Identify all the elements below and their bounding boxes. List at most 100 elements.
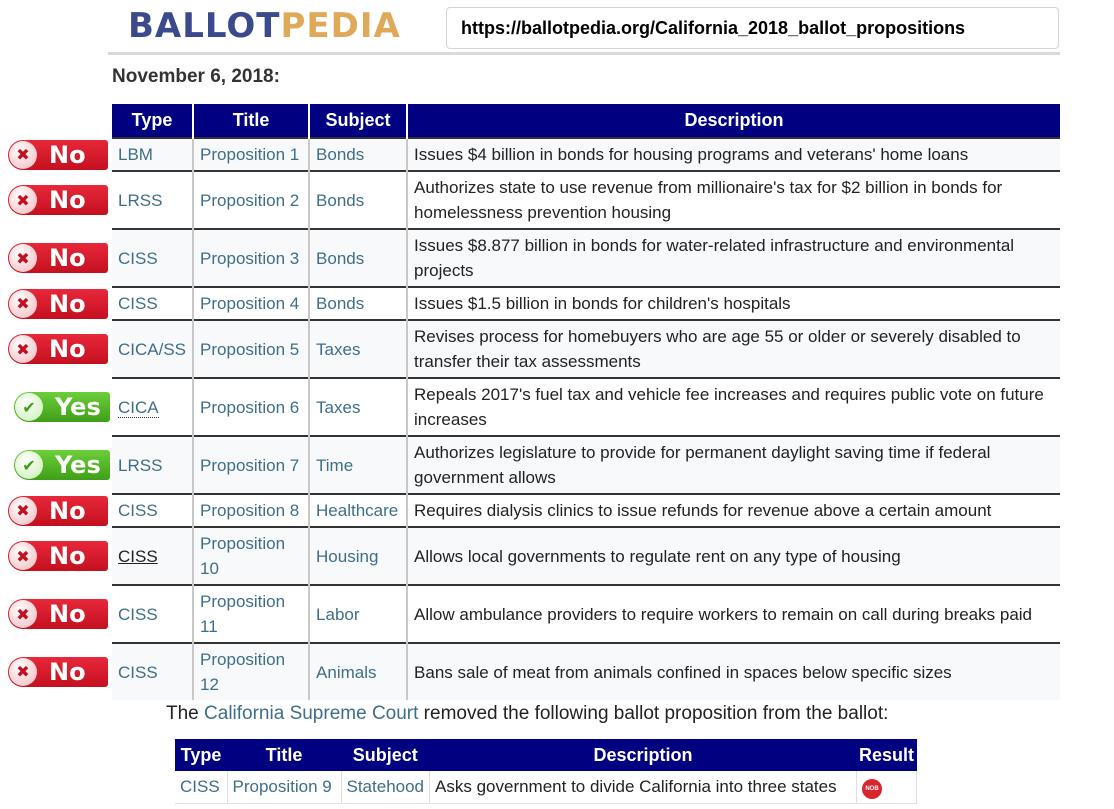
header-divider: [108, 52, 1060, 55]
result-label: Yes: [55, 451, 101, 479]
result-label: No: [49, 289, 86, 318]
type-cell[interactable]: CICA: [112, 377, 194, 436]
type-cell[interactable]: CICA/SS: [112, 319, 194, 378]
california-supreme-court-link[interactable]: California Supreme Court: [204, 703, 418, 724]
note-suffix: removed the following ballot proposition…: [418, 703, 889, 724]
proposition-link[interactable]: Proposition 12: [192, 642, 310, 700]
proposition-link[interactable]: Proposition 7: [192, 435, 310, 494]
type-link[interactable]: CISS: [118, 294, 158, 313]
result-label: Yes: [55, 393, 101, 421]
description-cell: Authorizes state to use revenue from mil…: [406, 170, 1060, 229]
type-cell[interactable]: CISS: [112, 493, 194, 527]
type-link[interactable]: CISS: [118, 663, 158, 682]
subject-link[interactable]: Taxes: [308, 319, 408, 378]
subject-link[interactable]: Bonds: [308, 137, 408, 171]
table-header-row: Type Title Subject Description Result: [175, 739, 917, 771]
proposition-link[interactable]: Proposition 1: [192, 137, 310, 171]
table-row: LBM Proposition 1 Bonds Issues $4 billion i…: [112, 137, 1060, 171]
table-row: CICA/SS Proposition 5 Taxes Revises process…: [112, 319, 1060, 378]
subject-link[interactable]: Healthcare: [308, 493, 408, 527]
column-header-title: Title: [192, 104, 310, 138]
x-icon: ✖: [9, 244, 37, 272]
result-label: No: [49, 335, 86, 363]
result-label: No: [49, 496, 86, 525]
subject-link[interactable]: Bonds: [308, 170, 408, 229]
description-cell: Allows local governments to regulate ren…: [406, 526, 1060, 585]
no-result-badge: ✖ No: [8, 334, 108, 364]
no-result-badge: ✖ No: [8, 139, 108, 170]
nob-stop-icon: NOB: [862, 778, 882, 799]
subject-link[interactable]: Animals: [308, 642, 408, 700]
proposition-link[interactable]: Proposition 2: [192, 170, 310, 229]
type-link[interactable]: CISS: [175, 771, 228, 804]
type-cell[interactable]: LRSS: [112, 170, 194, 229]
type-link[interactable]: CICA: [118, 397, 159, 418]
description-cell: Asks government to divide California int…: [429, 771, 857, 804]
table-row: CICA Proposition 6 Taxes Repeals 2017's fue…: [112, 377, 1060, 436]
type-link[interactable]: CICA/SS: [118, 340, 186, 359]
type-link[interactable]: LBM: [118, 145, 153, 164]
result-cell: NOB: [856, 771, 917, 804]
no-result-badge: ✖ No: [8, 599, 108, 629]
type-link[interactable]: LRSS: [118, 456, 162, 475]
table-row: CISS Proposition 4 Bonds Issues $1.5 billio…: [112, 286, 1060, 320]
subject-link[interactable]: Bonds: [308, 286, 408, 320]
result-label: No: [49, 600, 86, 628]
x-icon: ✖: [9, 496, 37, 525]
proposition-link[interactable]: Proposition 11: [192, 584, 310, 643]
column-header-description: Description: [406, 104, 1060, 138]
subject-link[interactable]: Time: [308, 435, 408, 494]
type-link[interactable]: CISS: [118, 605, 158, 624]
proposition-link[interactable]: Proposition 9: [227, 771, 342, 804]
type-cell[interactable]: CISS: [112, 584, 194, 643]
x-icon: ✖: [9, 186, 37, 214]
description-cell: Repeals 2017's fuel tax and vehicle fee …: [406, 377, 1060, 436]
type-link[interactable]: CISS: [118, 249, 158, 268]
column-header-type: Type: [112, 104, 194, 138]
yes-result-badge: ✔ Yes: [14, 450, 110, 480]
url-bar[interactable]: https://ballotpedia.org/California_2018_…: [446, 7, 1059, 49]
no-result-badge: ✖ No: [8, 288, 108, 319]
date-heading: November 6, 2018:: [112, 66, 280, 87]
proposition-link[interactable]: Proposition 4: [192, 286, 310, 320]
check-icon: ✔: [15, 451, 43, 479]
proposition-link[interactable]: Proposition 10: [192, 526, 310, 585]
type-cell[interactable]: CISS: [112, 228, 194, 287]
type-cell[interactable]: LBM: [112, 137, 194, 171]
column-header-type: Type: [175, 739, 227, 771]
subject-link[interactable]: Bonds: [308, 228, 408, 287]
table-row: LRSS Proposition 2 Bonds Authorizes state t…: [112, 170, 1060, 229]
subject-link[interactable]: Housing: [308, 526, 408, 585]
logo-text-ballot: BALLOT: [128, 6, 281, 46]
description-cell: Revises process for homebuyers who are a…: [406, 319, 1060, 378]
result-label: No: [49, 542, 86, 570]
column-header-description: Description: [429, 739, 857, 771]
x-icon: ✖: [9, 657, 37, 686]
proposition-link[interactable]: Proposition 6: [192, 377, 310, 436]
x-icon: ✖: [9, 289, 37, 318]
logo-text-pedia: PEDIA: [280, 6, 401, 46]
subject-link[interactable]: Labor: [308, 584, 408, 643]
type-cell[interactable]: LRSS: [112, 435, 194, 494]
type-cell[interactable]: CISS: [112, 286, 194, 320]
ballotpedia-logo[interactable]: BALLOTPEDIA: [128, 6, 401, 46]
type-link[interactable]: LRSS: [118, 191, 162, 210]
proposition-link[interactable]: Proposition 3: [192, 228, 310, 287]
check-icon: ✔: [15, 393, 43, 421]
table-row: CISS Proposition 11 Labor Allow ambulance p…: [112, 584, 1060, 643]
type-link[interactable]: CISS: [118, 501, 158, 520]
subject-link[interactable]: Statehood: [341, 771, 431, 804]
type-cell[interactable]: CISS: [112, 526, 194, 585]
x-icon: ✖: [9, 542, 37, 570]
table-row: CISS Proposition 9 Statehood Asks govern…: [175, 771, 917, 804]
no-result-badge: ✖ No: [8, 185, 108, 215]
type-link[interactable]: CISS: [118, 547, 158, 566]
no-result-badge: ✖ No: [8, 243, 108, 273]
type-cell[interactable]: CISS: [112, 642, 194, 700]
description-cell: Issues $4 billion in bonds for housing p…: [406, 137, 1060, 171]
subject-link[interactable]: Taxes: [308, 377, 408, 436]
description-cell: Issues $1.5 billion in bonds for childre…: [406, 286, 1060, 320]
proposition-link[interactable]: Proposition 8: [192, 493, 310, 527]
removed-note: The California Supreme Court removed the…: [166, 703, 888, 725]
proposition-link[interactable]: Proposition 5: [192, 319, 310, 378]
